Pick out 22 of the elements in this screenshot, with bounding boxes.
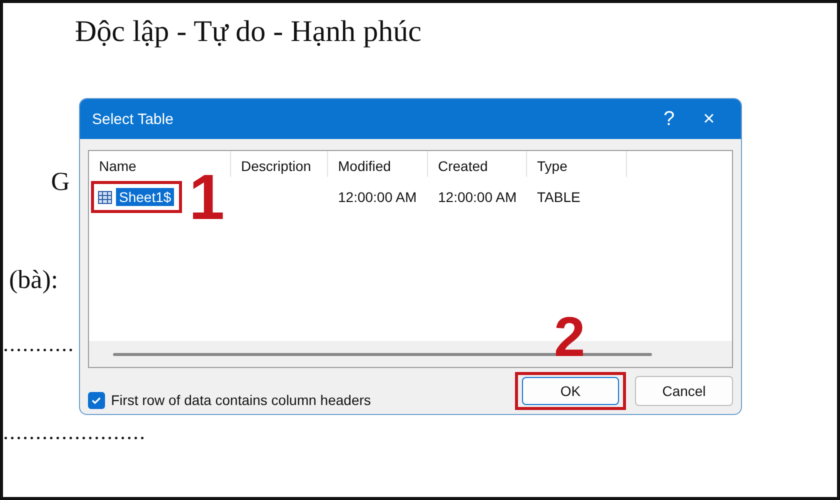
step-number: 2 xyxy=(554,309,586,365)
table-icon xyxy=(98,190,112,204)
document-text: G xyxy=(51,167,70,197)
checkbox[interactable] xyxy=(88,392,105,408)
table-cell-text: 12:00:00 AM xyxy=(337,189,418,205)
table-name[interactable]: Sheet1$ xyxy=(116,188,174,206)
cancel-button[interactable]: Cancel xyxy=(635,376,733,406)
ok-button[interactable]: OK xyxy=(522,377,619,405)
column-header[interactable]: Created xyxy=(428,151,527,177)
dotted-line: ........... xyxy=(3,331,74,357)
column-header[interactable]: Type xyxy=(527,151,627,177)
table-cell-text: 12:00:00 AM xyxy=(437,189,518,205)
close-button[interactable]: × xyxy=(689,108,729,130)
document-heading: Độc lập - Tự do - Hạnh phúc xyxy=(75,15,422,49)
window-title: Select Table xyxy=(92,110,174,128)
dotted-line: ...................... xyxy=(3,419,146,445)
column-header[interactable]: Modified xyxy=(328,151,428,177)
column-header[interactable]: Description xyxy=(231,151,328,177)
help-button[interactable]: ? xyxy=(649,108,689,130)
document-text: (bà): xyxy=(9,265,58,295)
checkbox-label[interactable]: First row of data contains column headers xyxy=(111,392,371,408)
table-cell-text: TABLE xyxy=(536,189,582,205)
